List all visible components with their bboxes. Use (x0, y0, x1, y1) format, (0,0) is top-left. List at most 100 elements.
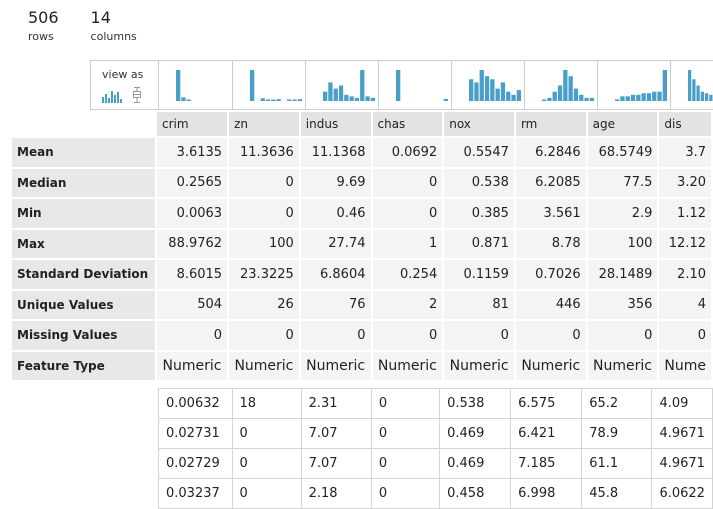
stat-cell: 11.1368 (298, 136, 373, 169)
histogram-bar (328, 82, 333, 101)
data-cell: 0.00632 (158, 388, 233, 419)
stat-row: Feature Type Numeric Numeric Numeric Numeric… (10, 349, 713, 382)
histogram-bar (620, 96, 625, 101)
stat-cell: 0 (154, 319, 230, 352)
histogram-rm[interactable] (524, 60, 597, 110)
column-header-age[interactable]: age (585, 110, 660, 138)
stat-cell: 0 (513, 319, 588, 352)
stat-cell: 28.1489 (585, 258, 660, 291)
data-cell: 7.07 (300, 448, 372, 479)
histogram-bar (495, 88, 500, 101)
data-cell: 0 (370, 448, 441, 479)
data-row: 0.02731 0 7.07 0 0.469 6.421 78.9 4.9671 (158, 418, 713, 449)
data-cell: 2.31 (300, 388, 372, 419)
data-cell: 0 (231, 418, 302, 449)
summary-statistics-table: crim zn indus chas nox rm age dis Mean 3.6135 11.… (10, 110, 713, 382)
stat-cell: 76 (298, 288, 373, 321)
histogram-icon[interactable] (102, 88, 122, 107)
data-cell: 6.575 (510, 388, 583, 419)
column-header-nox[interactable]: nox (442, 110, 516, 138)
data-row: 0.03237 0 2.18 0 0.458 6.998 45.8 6.0622 (158, 478, 713, 509)
histogram-chas[interactable] (378, 60, 451, 110)
histogram-bar (506, 91, 511, 101)
histogram-bar (705, 93, 709, 101)
histogram-bar (292, 99, 297, 101)
histogram-bar (354, 97, 360, 101)
stat-cell: 12.12 (657, 227, 713, 260)
histogram-bar (662, 70, 667, 101)
histogram-bar (469, 79, 474, 101)
histogram-bar (636, 94, 641, 101)
stat-cell: 0 (370, 197, 445, 230)
boxplot-icon[interactable] (132, 87, 142, 107)
data-row: 0.02729 0 7.07 0 0.469 7.185 61.1 4.9671 (158, 448, 713, 479)
histogram-bar (563, 70, 568, 101)
rows-count: 506 rows (28, 8, 59, 43)
data-row: 0.00632 18 2.31 0 0.538 6.575 65.2 4.09 (158, 388, 713, 419)
stat-row: Min 0.0063 0 0.46 0 0.385 3.561 2.9 1.12 (10, 197, 713, 230)
histogram-bar (615, 99, 620, 101)
table-corner (10, 110, 157, 138)
stat-cell: Numeric (513, 349, 588, 382)
histogram-bar (271, 99, 276, 101)
stat-cell: 4 (657, 288, 713, 321)
stat-cell: 356 (585, 288, 660, 321)
stat-cell: 0.1159 (442, 258, 516, 291)
histogram-bar (344, 94, 349, 101)
histogram-age[interactable] (597, 60, 670, 110)
stat-cell: 0 (657, 319, 713, 352)
histogram-bar (265, 99, 271, 101)
histogram-nox[interactable] (451, 60, 524, 110)
histogram-bar (276, 99, 281, 101)
stat-row-label: Median (10, 166, 157, 199)
stat-cell: 2.10 (657, 258, 713, 291)
histogram-bar (484, 76, 490, 101)
histogram-bar (333, 88, 338, 101)
stat-cell: 88.9762 (154, 227, 230, 260)
stat-cell: 0 (442, 319, 516, 352)
histogram-bar (349, 96, 354, 101)
rows-value: 506 (28, 8, 59, 27)
stat-row: Max 88.9762 100 27.74 1 0.871 8.78 100 12.12 (10, 227, 713, 260)
data-cell: 0.02731 (158, 418, 233, 449)
histogram-indus[interactable] (305, 60, 378, 110)
histogram-bar (552, 91, 557, 101)
stat-cell: 2 (370, 288, 445, 321)
stat-cell: 6.2085 (513, 166, 588, 199)
data-cell: 4.9671 (651, 418, 713, 449)
stat-cell: 0 (227, 319, 301, 352)
histogram-bar (646, 93, 652, 101)
column-header-indus[interactable]: indus (298, 110, 373, 138)
stat-cell: 2.9 (585, 197, 660, 230)
stat-cell: 68.5749 (585, 136, 660, 169)
histogram-bar (700, 91, 704, 101)
stat-cell: 0.7026 (513, 258, 588, 291)
stat-cell: 100 (227, 227, 301, 260)
histogram-bar (396, 70, 401, 101)
data-cell: 0 (231, 448, 302, 479)
data-cell: 6.0622 (651, 478, 713, 509)
histogram-zn[interactable] (232, 60, 305, 110)
stat-cell: 3.7 (657, 136, 713, 169)
histogram-dis[interactable] (670, 60, 713, 110)
stat-cell: 3.561 (513, 197, 588, 230)
column-header-crim[interactable]: crim (154, 110, 230, 138)
histogram-bar (696, 85, 700, 101)
stat-cell: 100 (585, 227, 660, 260)
histogram-crim[interactable] (158, 60, 232, 110)
stat-cell: 0.385 (442, 197, 516, 230)
stat-row-label: Min (10, 197, 157, 230)
stat-row-label: Feature Type (10, 349, 157, 382)
column-header-dis[interactable]: dis (657, 110, 713, 138)
stat-row: Standard Deviation 8.6015 23.3225 6.8604 0.2… (10, 258, 713, 291)
column-header-rm[interactable]: rm (513, 110, 588, 138)
data-cell: 0 (370, 418, 441, 449)
data-cell: 0.469 (439, 448, 512, 479)
histogram-bar (709, 94, 713, 101)
column-header-zn[interactable]: zn (227, 110, 301, 138)
stat-cell: 9.69 (298, 166, 373, 199)
histogram-bar (625, 96, 630, 101)
column-header-chas[interactable]: chas (370, 110, 445, 138)
rows-label: rows (28, 30, 54, 43)
data-cell: 6.998 (510, 478, 583, 509)
